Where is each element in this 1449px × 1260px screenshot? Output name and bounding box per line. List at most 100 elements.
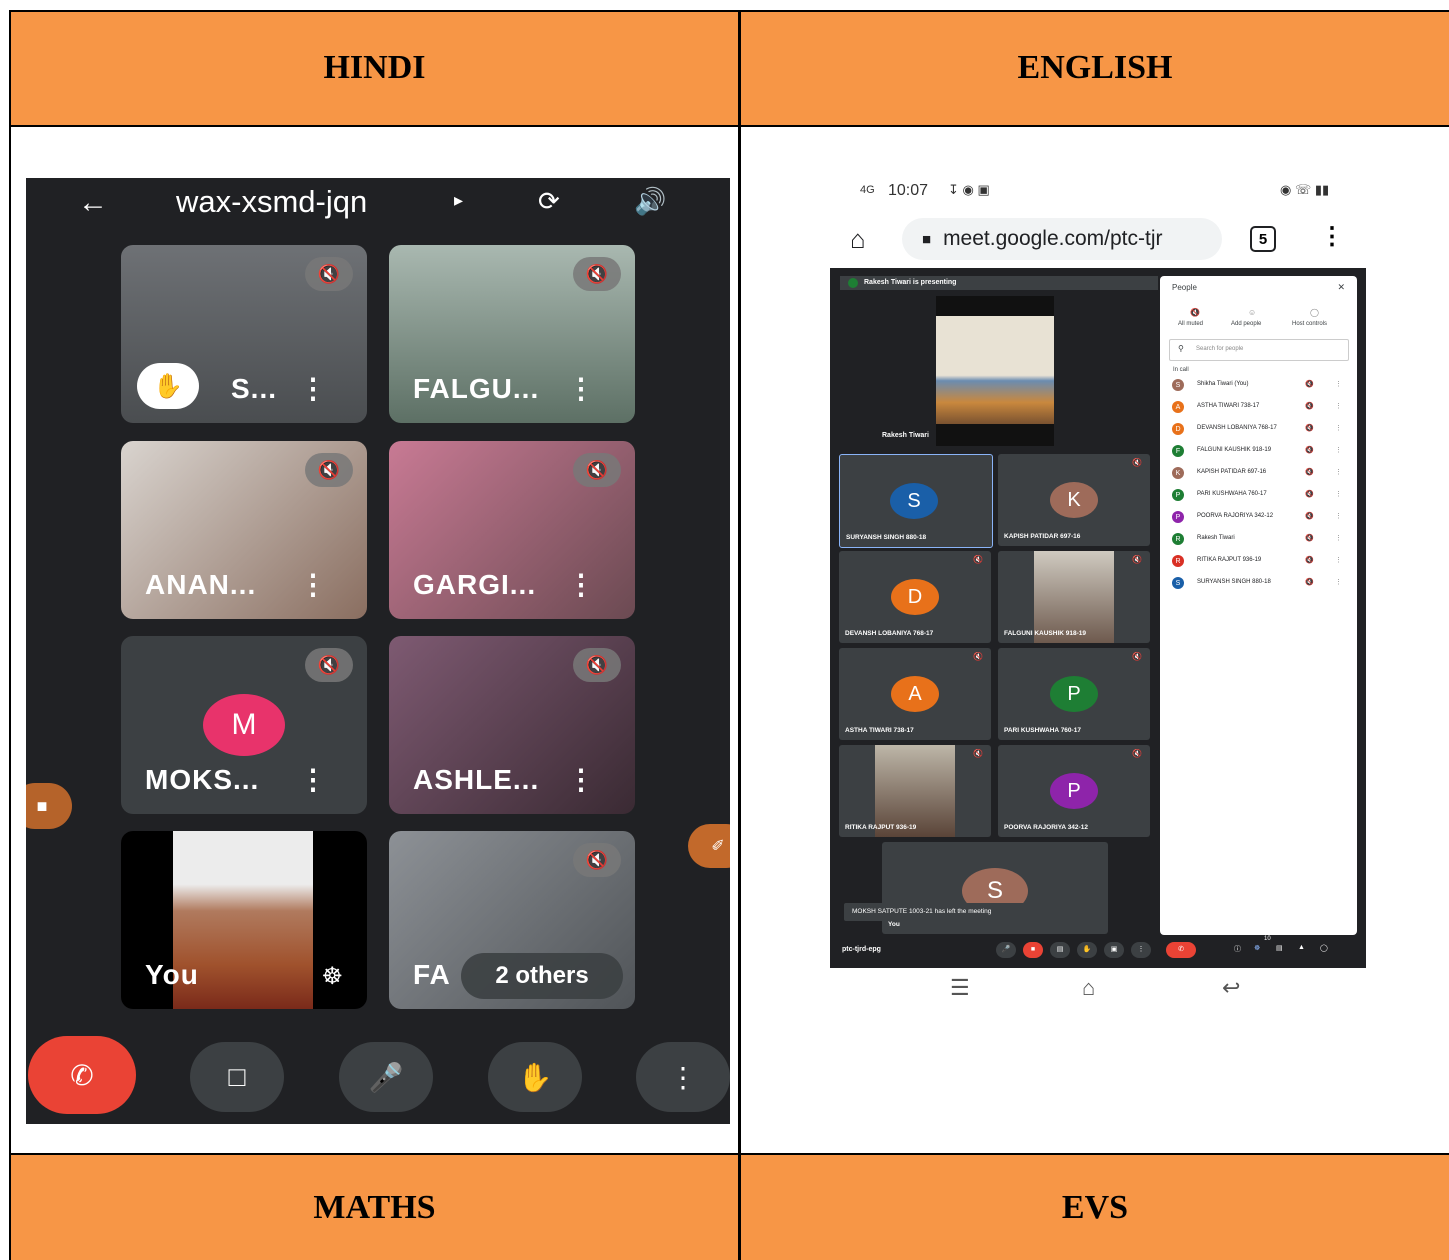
more-options-icon[interactable]: ⋮ (1335, 446, 1342, 454)
tab-count-button[interactable]: 5 (1250, 226, 1276, 252)
people-list-item[interactable]: S Shikha Tiwari (You) 🔇 ⋮ (1160, 377, 1357, 395)
shared-page (936, 316, 1054, 424)
participant-name: POORVA RAJORIYA 342-12 (1004, 824, 1088, 831)
people-list-item[interactable]: R Rakesh Tiwari 🔇 ⋮ (1160, 531, 1357, 549)
mic-button[interactable]: 🎤 (996, 942, 1016, 958)
lock-icon: ■ (922, 230, 932, 248)
participant-name: S... (231, 373, 278, 404)
more-options-icon[interactable]: ⋮ (299, 568, 327, 601)
self-tile[interactable]: You ☸ (121, 831, 367, 1009)
mute-all-icon[interactable]: 🔇 (1190, 308, 1200, 317)
more-options-icon[interactable]: ⋮ (1335, 380, 1342, 388)
menu-icon[interactable]: ☰ (950, 975, 970, 1001)
more-options-icon[interactable]: ⋮ (567, 372, 595, 405)
meeting-code: ptc-tjrd-epg (842, 946, 881, 953)
back-nav-icon[interactable]: ↩ (1222, 975, 1240, 1001)
speaker-icon[interactable]: 🔊 (634, 186, 666, 217)
activities-icon[interactable]: ▲ (1298, 944, 1305, 951)
avatar: S (890, 483, 938, 519)
participant-tile[interactable]: 🔇 P POORVA RAJORIYA 342-12 (998, 745, 1150, 837)
people-list-item[interactable]: K KAPISH PATIDAR 697-16 🔇 ⋮ (1160, 465, 1357, 483)
more-options-icon[interactable]: ⋮ (299, 763, 327, 796)
people-list-item[interactable]: S SURYANSH SINGH 880-18 🔇 ⋮ (1160, 575, 1357, 593)
people-list-item[interactable]: P PARI KUSHWAHA 760-17 🔇 ⋮ (1160, 487, 1357, 505)
raise-hand-button[interactable]: ✋ (1077, 942, 1097, 958)
people-list-item[interactable]: D DEVANSH LOBANIYA 768-17 🔇 ⋮ (1160, 421, 1357, 439)
person-name: ASTHA TIWARI 738-17 (1197, 403, 1260, 409)
mic-off-icon: 🔇 (1305, 469, 1314, 476)
host-controls-icon[interactable]: ◯ (1310, 308, 1319, 317)
mic-off-icon: 🔇 (1305, 447, 1314, 454)
notification-icons: ↧ ◉ ▣ (948, 182, 990, 197)
meeting-code[interactable]: wax-xsmd-jqn (176, 184, 367, 220)
participant-tile[interactable]: 🔇 ✋ S... ⋮ (121, 245, 367, 423)
end-call-button[interactable]: ✆ (1166, 942, 1196, 958)
mic-off-icon: 🔇 (305, 453, 353, 487)
others-chip[interactable]: 2 others (461, 953, 623, 999)
people-list-item[interactable]: F FALGUNI KAUSHIK 918-19 🔇 ⋮ (1160, 443, 1357, 461)
switch-camera-icon[interactable]: ⟳ (538, 186, 560, 217)
participant-tile[interactable]: 🔇 M MOKS... ⋮ (121, 636, 367, 814)
participant-tile[interactable]: 🔇 D DEVANSH LOBANIYA 768-17 (839, 551, 991, 643)
mic-off-icon: 🔇 (973, 652, 983, 661)
camera-fab[interactable]: ■ (26, 783, 72, 829)
mic-toggle-button[interactable]: 🎤 (339, 1042, 433, 1112)
participant-tile[interactable]: 🔇 K KAPISH PATIDAR 697-16 (998, 454, 1150, 546)
participant-tile[interactable]: 🔇 FA 2 others (389, 831, 635, 1009)
raise-hand-button[interactable]: ✋ (488, 1042, 582, 1112)
more-options-icon[interactable]: ⋮ (1335, 534, 1342, 542)
info-icon[interactable]: ⓘ (1234, 944, 1241, 954)
participant-tile[interactable]: 🔇 P PARI KUSHWAHA 760-17 (998, 648, 1150, 740)
more-options-icon[interactable]: ⋮ (1335, 402, 1342, 410)
chat-icon[interactable]: ▤ (1276, 944, 1283, 952)
host-controls-icon[interactable]: ◯ (1320, 944, 1328, 952)
captions-button[interactable]: ▤ (1050, 942, 1070, 958)
more-options-icon[interactable]: ⋮ (1335, 578, 1342, 586)
people-list-item[interactable]: P POORVA RAJORIYA 342-12 🔇 ⋮ (1160, 509, 1357, 527)
camera-toggle-button[interactable]: □ (190, 1042, 284, 1112)
people-icon[interactable]: ☸ (1254, 944, 1260, 952)
more-options-icon[interactable]: ⋮ (1335, 468, 1342, 476)
border-mid (738, 10, 741, 1260)
brush-fab[interactable]: ✐ (688, 824, 730, 868)
people-search-field[interactable]: ⚲ Search for people (1169, 339, 1349, 361)
camera-off-button[interactable]: ■ (1023, 942, 1043, 958)
participant-tile[interactable]: 🔇 ANAN... ⋮ (121, 441, 367, 619)
participant-name: MOKS... (145, 764, 260, 795)
add-people-icon[interactable]: ☺ (1248, 308, 1256, 317)
avatar: A (891, 676, 939, 712)
participant-tile[interactable]: 🔇 RITIKA RAJPUT 936-19 (839, 745, 991, 837)
more-options-icon[interactable]: ⋮ (1335, 512, 1342, 520)
url-field[interactable]: ■ meet.google.com/ptc-tjr (902, 218, 1222, 260)
participant-tile[interactable]: 🔇 FALGUNI KAUSHIK 918-19 (998, 551, 1150, 643)
chevron-right-icon[interactable]: ▸ (454, 190, 463, 211)
more-options-icon[interactable]: ⋮ (567, 568, 595, 601)
people-list-item[interactable]: R RITIKA RAJPUT 936-19 🔇 ⋮ (1160, 553, 1357, 571)
participant-tile[interactable]: 🔇 GARGI... ⋮ (389, 441, 635, 619)
close-icon[interactable]: ✕ (1337, 282, 1345, 293)
end-call-button[interactable]: ✆ (28, 1036, 136, 1114)
back-arrow-icon[interactable]: ← (78, 186, 108, 220)
home-icon[interactable]: ⌂ (850, 224, 866, 255)
more-options-icon[interactable]: ⋮ (1335, 556, 1342, 564)
participant-tile[interactable]: S SURYANSH SINGH 880-18 (839, 454, 993, 548)
people-list-item[interactable]: A ASTHA TIWARI 738-17 🔇 ⋮ (1160, 399, 1357, 417)
avatar: A (1172, 401, 1184, 413)
participant-tile[interactable]: 🔇 A ASTHA TIWARI 738-17 (839, 648, 991, 740)
mic-off-icon: 🔇 (1132, 555, 1142, 564)
mic-off-icon: 🔇 (573, 257, 621, 291)
more-options-icon[interactable]: ⋮ (567, 763, 595, 796)
people-icon[interactable]: ☸ (321, 962, 343, 991)
more-options-icon[interactable]: ⋮ (299, 372, 327, 405)
browser-menu-icon[interactable]: ⋮ (1320, 222, 1344, 251)
more-options-icon[interactable]: ⋮ (1335, 424, 1342, 432)
more-options-icon[interactable]: ⋮ (1335, 490, 1342, 498)
shared-screen (936, 296, 1054, 446)
more-options-icon[interactable]: ⋮ (1131, 942, 1151, 958)
participant-tile[interactable]: 🔇 FALGU... ⋮ (389, 245, 635, 423)
present-button[interactable]: ▣ (1104, 942, 1124, 958)
more-button[interactable]: ⋮ (636, 1042, 730, 1112)
participant-tile[interactable]: 🔇 ASHLE... ⋮ (389, 636, 635, 814)
person-name: KAPISH PATIDAR 697-16 (1197, 469, 1267, 475)
home-nav-icon[interactable]: ⌂ (1082, 975, 1095, 1001)
